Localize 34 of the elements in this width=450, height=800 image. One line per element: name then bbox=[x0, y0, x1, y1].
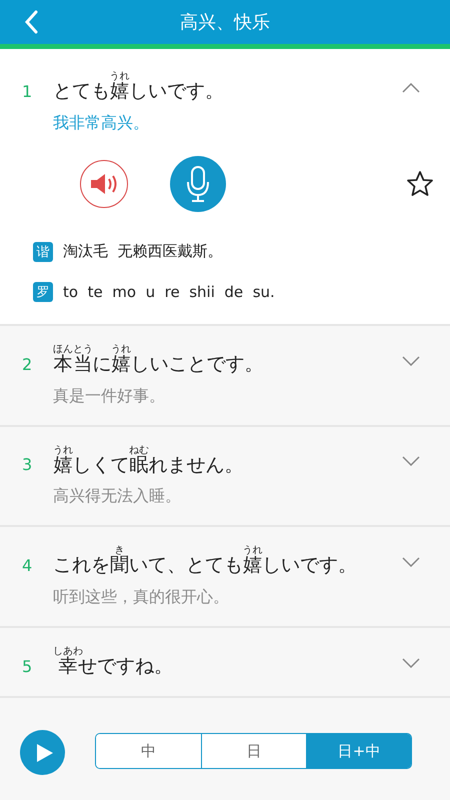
reading-badge: 谐 bbox=[33, 242, 53, 262]
chevron-down-icon[interactable] bbox=[402, 658, 420, 668]
speaker-button[interactable] bbox=[80, 160, 128, 208]
sentence-number: 5 bbox=[22, 656, 34, 678]
chevron-up-icon[interactable] bbox=[402, 82, 420, 93]
sentence-card[interactable]: 3 嬉 うれ しくて眠 ねむ れません。 高兴得无法入睡。 bbox=[0, 426, 450, 528]
language-mode-tab[interactable]: 日 bbox=[201, 734, 306, 768]
chinese-translation: 听到这些，真的很开心。 bbox=[52, 587, 230, 608]
chinese-translation: 高兴得无法入睡。 bbox=[52, 486, 182, 508]
sentence-card[interactable]: 1 とても嬉 うれ しいです。 我非常高兴。 谐 淘汰毛 无赖西医戴斯。 罗 to te mo u re shii de su. bbox=[0, 49, 450, 326]
back-icon[interactable] bbox=[24, 10, 38, 34]
japanese-sentence: とても嬉 うれ しいです。 bbox=[53, 71, 225, 103]
sentence-number: 4 bbox=[22, 556, 34, 578]
sentence-number: 1 bbox=[22, 82, 34, 103]
star-icon[interactable] bbox=[406, 170, 434, 198]
reading-badge: 罗 bbox=[33, 282, 53, 302]
screen-title: 高兴、快乐 bbox=[180, 11, 270, 34]
sentence-number: 2 bbox=[22, 354, 34, 376]
japanese-sentence: 幸 しあわ せですね。 bbox=[53, 646, 174, 678]
japanese-sentence: 嬉 うれ しくて眠 ねむ れません。 bbox=[53, 444, 244, 476]
play-icon bbox=[36, 742, 54, 762]
chevron-down-icon[interactable] bbox=[402, 456, 420, 466]
chevron-down-icon[interactable] bbox=[402, 557, 420, 568]
japanese-sentence: これを聞 き いて、とても嬉 うれ しいです。 bbox=[53, 545, 358, 578]
chinese-translation: 真是一件好事。 bbox=[52, 386, 166, 407]
chevron-down-icon[interactable] bbox=[402, 356, 420, 366]
reading-text: to te mo u re shii de su. bbox=[63, 282, 275, 301]
reading-text: 淘汰毛 无赖西医戴斯。 bbox=[63, 242, 223, 262]
language-mode-tab[interactable]: 中 bbox=[96, 734, 201, 768]
japanese-sentence: 本当 ほんとう に嬉 うれ しいことです。 bbox=[53, 344, 264, 376]
microphone-icon bbox=[185, 164, 211, 203]
sentence-number: 3 bbox=[22, 455, 34, 476]
chinese-translation: 我非常高兴。 bbox=[52, 112, 150, 134]
play-button[interactable] bbox=[20, 730, 65, 775]
